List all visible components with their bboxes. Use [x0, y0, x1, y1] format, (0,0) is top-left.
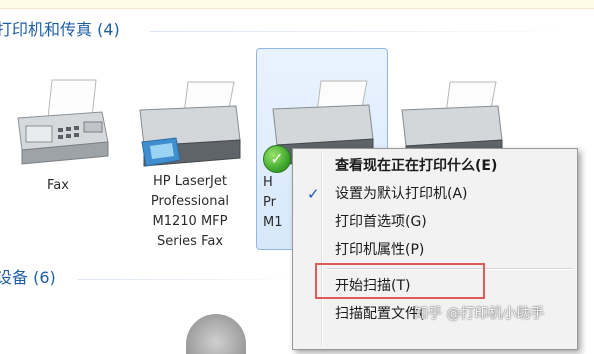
printers-section-header[interactable]: 打印机和传真 (4)	[0, 18, 120, 42]
device-fax[interactable]: Fax	[0, 58, 118, 208]
checkmark-icon: ✓	[307, 185, 320, 203]
menu-item-label: 打印首选项(G)	[335, 214, 427, 230]
printer-icon	[139, 81, 241, 167]
section-divider	[150, 31, 580, 32]
device-label-fax: Fax	[47, 178, 69, 193]
menu-item-label: 扫描配置文件(	[335, 306, 425, 322]
device-hp-laserjet-fax[interactable]: HP LaserJet Professional M1210 MFP Serie…	[130, 58, 250, 268]
menu-item-label: 打印机属性(P)	[335, 242, 425, 258]
top-info-strip	[0, 0, 594, 9]
menu-item-label: 设置为默认打印机(A)	[335, 186, 468, 202]
highlight-annotation-box	[315, 263, 485, 299]
menu-item-printing-preferences[interactable]: 打印首选项(G)	[293, 209, 577, 235]
menu-item-printer-properties[interactable]: 打印机属性(P)	[293, 237, 577, 263]
menu-item-see-whats-printing[interactable]: 查看现在正在打印什么(E)	[293, 153, 577, 179]
menu-item-set-default[interactable]: ✓ 设置为默认打印机(A)	[293, 181, 577, 207]
devices-section-header[interactable]: 设备 (6)	[0, 266, 56, 290]
device-icon	[186, 314, 246, 354]
section-divider	[78, 279, 292, 280]
device-label-hp-printer: H Pr M1	[263, 175, 283, 230]
menu-item-label: 查看现在正在打印什么(E)	[335, 158, 498, 174]
fax-icon	[17, 79, 109, 165]
watermark: 知乎 @打印机小助手	[414, 306, 545, 322]
device-label-hp-fax: HP LaserJet Professional M1210 MFP Serie…	[150, 174, 230, 249]
default-printer-check-icon: ✓	[263, 145, 291, 173]
